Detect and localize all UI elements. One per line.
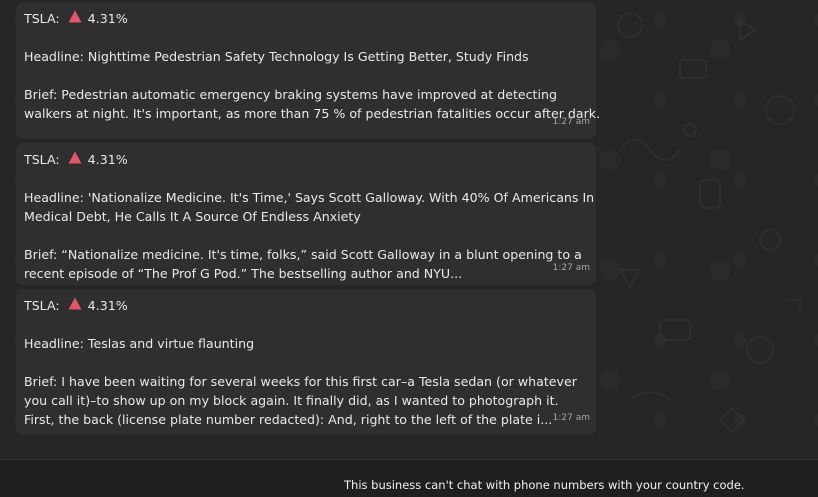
ticker-label: TSLA: (24, 298, 60, 313)
brief-line: Brief: Pedestrian automatic emergency br… (24, 87, 557, 102)
ticker-line: TSLA: 4.31% (24, 9, 588, 28)
headline: Headline: Teslas and virtue flaunting (24, 336, 255, 351)
ticker-line: TSLA: 4.31% (24, 150, 588, 169)
red-up-triangle-icon (68, 151, 82, 164)
brief-line: Brief: “Nationalize medicine. It's time,… (24, 247, 582, 262)
ticker-label: TSLA: (24, 152, 60, 167)
message-bubble[interactable]: TSLA: 4.31% Headline: 'Nationalize Medic… (16, 143, 596, 285)
message-time: 1:27 am (552, 263, 590, 273)
brief-line: walkers at night. It's important, as mor… (24, 106, 601, 121)
red-up-triangle-icon (68, 297, 82, 310)
brief-line: First, the back (license plate number re… (24, 412, 553, 427)
ticker-change: 4.31% (87, 11, 128, 26)
red-up-triangle-icon (68, 10, 82, 23)
country-code-notice: This business can't chat with phone numb… (344, 478, 745, 492)
ticker-change: 4.31% (87, 298, 128, 313)
ticker-line: TSLA: 4.31% (24, 296, 588, 315)
message-time: 1:27 am (552, 413, 590, 423)
message-bubble[interactable]: TSLA: 4.31% Headline: Nighttime Pedestri… (16, 2, 601, 139)
brief-line: Brief: I have been waiting for several w… (24, 374, 577, 389)
brief-line: recent episode of “The Prof G Pod.” The … (24, 266, 463, 281)
chat-footer: This business can't chat with phone numb… (0, 459, 818, 497)
headline-line: Headline: 'Nationalize Medicine. It's Ti… (24, 190, 595, 205)
headline-line: Medical Debt, He Calls It A Source Of En… (24, 209, 361, 224)
brief-line: you call it)–to show up on my block agai… (24, 393, 559, 408)
chat-area[interactable]: TSLA: 4.31% Headline: Nighttime Pedestri… (0, 0, 818, 459)
message-time: 1:27 am (552, 117, 590, 127)
headline: Headline: Nighttime Pedestrian Safety Te… (24, 49, 529, 64)
message-bubble[interactable]: TSLA: 4.31% Headline: Teslas and virtue … (16, 289, 596, 435)
ticker-label: TSLA: (24, 11, 60, 26)
ticker-change: 4.31% (87, 152, 128, 167)
